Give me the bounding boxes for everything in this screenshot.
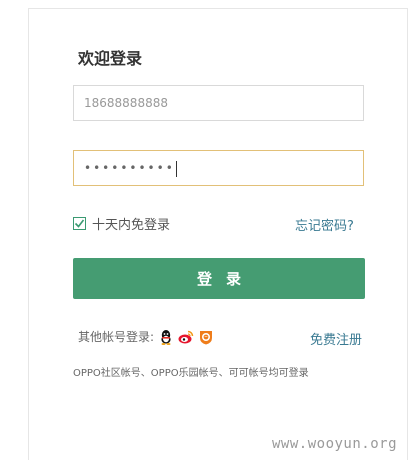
remember-me[interactable]: 十天内免登录 <box>73 214 170 233</box>
text-caret <box>175 160 177 177</box>
forgot-password-link[interactable]: 忘记密码? <box>295 215 354 234</box>
remember-checkbox[interactable] <box>73 217 86 230</box>
password-input-value: •••••••••• <box>84 161 175 175</box>
social-login: 其他帐号登录: <box>78 328 218 345</box>
qq-icon[interactable] <box>158 329 174 345</box>
page-title: 欢迎登录 <box>78 49 143 68</box>
phone-input[interactable]: 18688888888 <box>73 85 364 121</box>
account-note: OPPO社区帐号、OPPO乐园帐号、可可帐号均可登录 <box>73 368 309 379</box>
watermark: www.wooyun.org <box>272 436 398 452</box>
weibo-icon[interactable] <box>178 329 194 345</box>
remember-label: 十天内免登录 <box>92 218 171 233</box>
lion-badge-icon[interactable] <box>198 329 214 345</box>
register-link[interactable]: 免费注册 <box>310 329 362 348</box>
phone-input-value: 18688888888 <box>84 96 168 110</box>
password-input[interactable]: •••••••••• <box>73 150 364 186</box>
login-card <box>28 8 408 460</box>
checkmark-icon <box>74 219 85 228</box>
social-login-label: 其他帐号登录: <box>78 330 155 344</box>
login-button[interactable]: 登录 <box>73 258 365 299</box>
